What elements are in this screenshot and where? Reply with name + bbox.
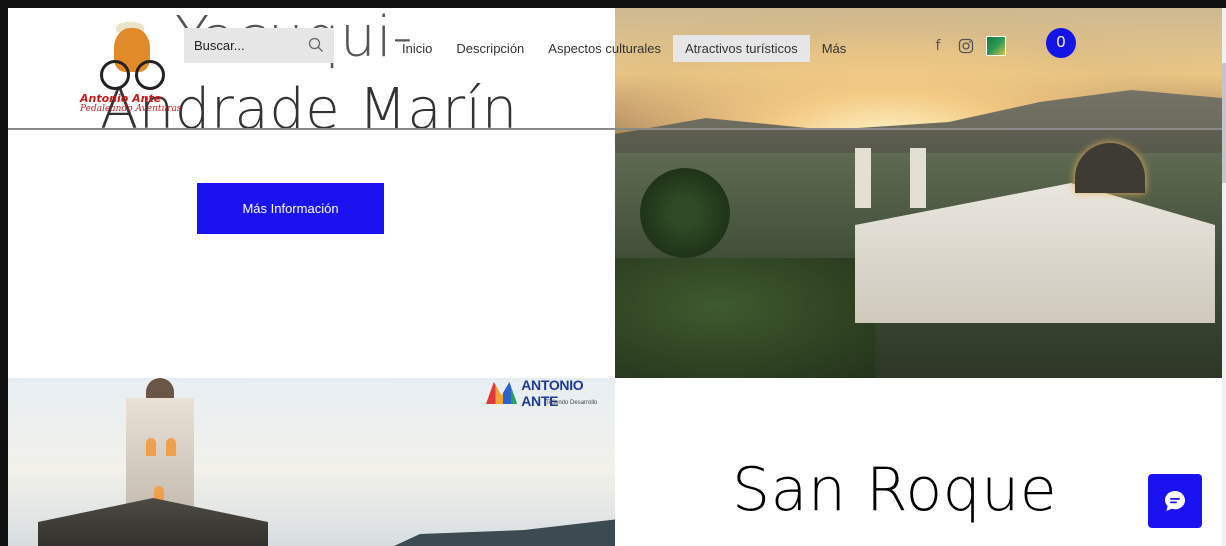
antonio-ante-badge: ANTONIO ANTE Tejiendo Desarrollo bbox=[486, 378, 615, 409]
header-shade bbox=[615, 8, 1222, 128]
section-title: San Roque bbox=[732, 455, 1058, 525]
church-tower-photo: ANTONIO ANTE Tejiendo Desarrollo bbox=[8, 378, 615, 546]
logo-tagline: Pedaleando Aventuras bbox=[80, 104, 182, 114]
cart-badge[interactable]: 0 bbox=[1046, 28, 1076, 58]
search-icon[interactable] bbox=[308, 37, 324, 53]
social-links: f bbox=[930, 36, 1006, 56]
search-box[interactable] bbox=[184, 28, 334, 63]
header-divider bbox=[8, 128, 1222, 130]
distant-hill bbox=[368, 518, 615, 546]
logo-wheel-front bbox=[100, 60, 130, 90]
nav-item-aspectos-culturales[interactable]: Aspectos culturales bbox=[536, 35, 673, 62]
scrollbar-thumb[interactable] bbox=[1222, 63, 1226, 183]
facebook-icon[interactable]: f bbox=[930, 38, 946, 54]
belfry-window bbox=[166, 438, 176, 456]
antonio-ante-logo-icon bbox=[486, 382, 518, 404]
flag-icon[interactable] bbox=[986, 36, 1006, 56]
nav-item-atractivos-turisticos[interactable]: Atractivos turísticos bbox=[673, 34, 810, 62]
nav-item-inicio[interactable]: Inicio bbox=[390, 35, 444, 62]
badge-sub: Tejiendo Desarrollo bbox=[546, 400, 598, 406]
instagram-icon[interactable] bbox=[958, 38, 974, 54]
scrollbar[interactable] bbox=[1222, 8, 1226, 546]
church-roof bbox=[38, 498, 268, 546]
logo-wheel-back bbox=[135, 60, 165, 90]
header bbox=[8, 8, 1222, 128]
search-input[interactable] bbox=[194, 28, 304, 63]
nav-item-descripcion[interactable]: Descripción bbox=[444, 35, 536, 62]
more-info-button[interactable]: Más Información bbox=[197, 183, 384, 234]
church-tower-left bbox=[855, 148, 871, 208]
church-tower-right bbox=[910, 148, 926, 208]
chat-icon bbox=[1165, 491, 1185, 511]
site-logo[interactable]: Antonio Ante Pedaleando Aventuras bbox=[80, 20, 182, 125]
palm-tree bbox=[640, 168, 730, 258]
nav-item-mas[interactable]: Más bbox=[810, 35, 859, 62]
main-nav: Inicio Descripción Aspectos culturales A… bbox=[390, 34, 858, 62]
belfry-window bbox=[146, 438, 156, 456]
chat-button[interactable] bbox=[1148, 474, 1202, 528]
plaza bbox=[615, 258, 875, 378]
